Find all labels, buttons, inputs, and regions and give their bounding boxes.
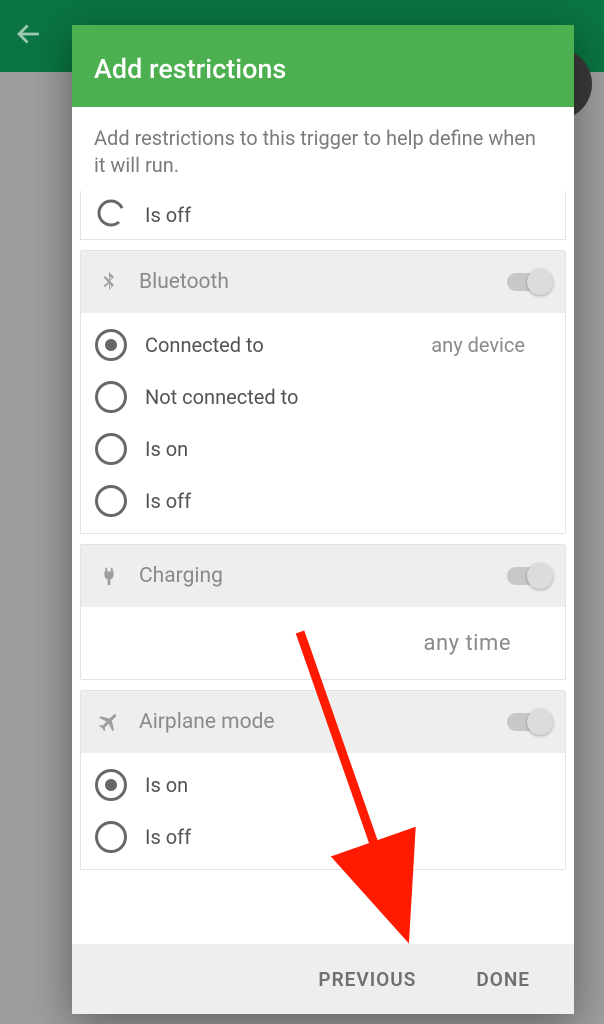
charging-any-label: any time — [424, 631, 512, 656]
bluetooth-header[interactable]: Bluetooth — [81, 251, 565, 313]
bluetooth-option-not-connected-to[interactable]: Not connected to — [81, 371, 565, 423]
airplane-option-is-on[interactable]: Is on — [81, 759, 565, 811]
airplane-option-is-off[interactable]: Is off — [81, 811, 565, 863]
bluetooth-section: Bluetooth Connected to any device Not co… — [80, 250, 566, 534]
option-label: Not connected to — [145, 385, 298, 409]
plug-icon — [95, 562, 123, 590]
radio-unselected-icon — [95, 485, 127, 517]
option-label: Is on — [145, 773, 188, 797]
option-label: Is off — [145, 203, 191, 227]
bluetooth-icon — [95, 268, 123, 296]
bluetooth-device-selector[interactable]: any device — [431, 333, 525, 357]
wifi-option-is-off[interactable]: Is off — [80, 191, 566, 240]
radio-unselected-icon — [95, 821, 127, 853]
section-title: Airplane mode — [139, 710, 507, 734]
previous-button[interactable]: PREVIOUS — [318, 968, 416, 991]
bluetooth-option-connected-to[interactable]: Connected to any device — [81, 319, 565, 371]
section-title: Bluetooth — [139, 270, 507, 294]
radio-unselected-icon — [95, 381, 127, 413]
radio-selected-icon — [95, 769, 127, 801]
done-button[interactable]: DONE — [476, 968, 530, 991]
airplane-header[interactable]: Airplane mode — [81, 691, 565, 753]
option-label: Is off — [145, 825, 191, 849]
dialog-title: Add restrictions — [72, 25, 574, 107]
option-label: Is off — [145, 489, 191, 513]
bluetooth-option-is-off[interactable]: Is off — [81, 475, 565, 527]
charging-toggle[interactable] — [507, 567, 551, 585]
airplane-icon — [95, 708, 123, 736]
back-arrow-icon — [12, 17, 46, 55]
bluetooth-option-is-on[interactable]: Is on — [81, 423, 565, 475]
restrictions-scroll[interactable]: Is off Bluetooth Connected to any device — [72, 189, 574, 944]
charging-time-selector[interactable]: any time — [81, 613, 565, 673]
charging-header[interactable]: Charging — [81, 545, 565, 607]
radio-selected-icon — [95, 329, 127, 361]
airplane-toggle[interactable] — [507, 713, 551, 731]
radio-unselected-icon — [95, 197, 127, 234]
airplane-section: Airplane mode Is on Is off — [80, 690, 566, 870]
dialog-subtitle: Add restrictions to this trigger to help… — [72, 107, 574, 189]
section-title: Charging — [139, 564, 507, 588]
bluetooth-toggle[interactable] — [507, 273, 551, 291]
add-restrictions-dialog: Add restrictions Add restrictions to thi… — [72, 25, 574, 1014]
dialog-footer: PREVIOUS DONE — [72, 944, 574, 1014]
radio-unselected-icon — [95, 433, 127, 465]
charging-section: Charging any time — [80, 544, 566, 680]
option-label: Connected to — [145, 333, 264, 357]
option-label: Is on — [145, 437, 188, 461]
